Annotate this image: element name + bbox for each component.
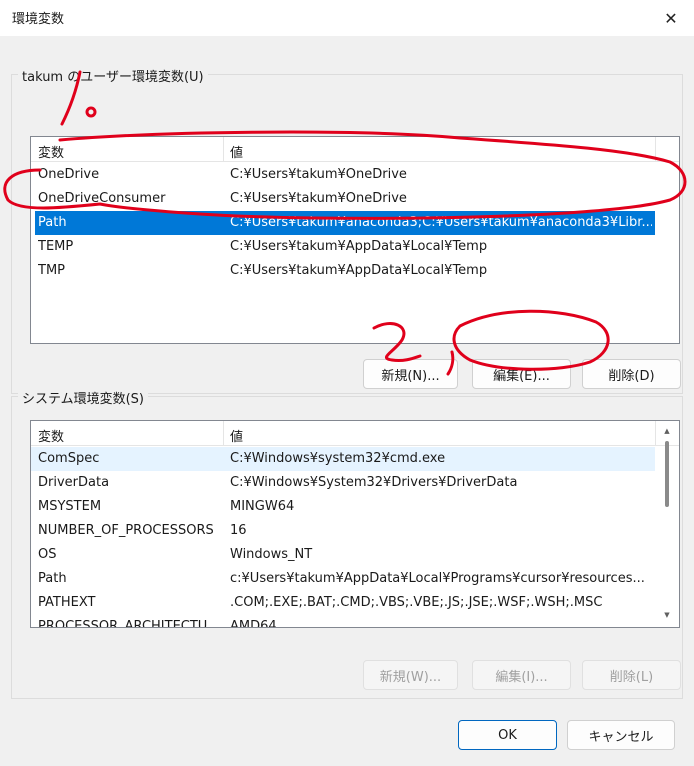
user-new-button[interactable]: 新規(N)... bbox=[363, 359, 458, 389]
variable-name: MSYSTEM bbox=[38, 499, 102, 514]
list-item[interactable]: OS Windows_NT bbox=[31, 543, 655, 567]
list-item[interactable]: PROCESSOR_ARCHITECTU... AMD64 bbox=[31, 615, 655, 628]
column-header-value[interactable]: 値 bbox=[230, 426, 243, 445]
system-vars-header: 変数 値 bbox=[31, 421, 679, 446]
column-header-variable[interactable]: 変数 bbox=[38, 426, 64, 445]
system-new-button[interactable]: 新規(W)... bbox=[363, 660, 458, 690]
column-separator[interactable] bbox=[655, 137, 656, 161]
variable-name: PATHEXT bbox=[38, 595, 96, 610]
system-vars-list[interactable]: 変数 値 ComSpec C:¥Windows¥system32¥cmd.exe… bbox=[30, 420, 680, 628]
variable-value: C:¥Windows¥System32¥Drivers¥DriverData bbox=[230, 475, 518, 490]
list-item-selected[interactable]: Path C:¥Users¥takum¥anaconda3;C:¥Users¥t… bbox=[35, 211, 655, 235]
user-edit-button[interactable]: 編集(E)... bbox=[472, 359, 571, 389]
variable-value: C:¥Users¥takum¥AppData¥Local¥Temp bbox=[230, 263, 488, 278]
list-item[interactable]: MSYSTEM MINGW64 bbox=[31, 495, 655, 519]
variable-value: C:¥Users¥takum¥OneDrive bbox=[230, 191, 407, 206]
user-vars-list[interactable]: 変数 値 OneDrive C:¥Users¥takum¥OneDrive On… bbox=[30, 136, 680, 344]
system-edit-button[interactable]: 編集(I)... bbox=[472, 660, 571, 690]
ok-button[interactable]: OK bbox=[458, 720, 557, 750]
variable-name: DriverData bbox=[38, 475, 110, 490]
window-title: 環境変数 bbox=[12, 12, 65, 27]
system-vars-group: システム環境変数(S) 変数 値 ComSpec C:¥Windows¥syst… bbox=[11, 388, 683, 699]
scroll-thumb[interactable] bbox=[665, 441, 669, 507]
user-delete-button[interactable]: 削除(D) bbox=[582, 359, 681, 389]
variable-name: OneDrive bbox=[38, 167, 100, 182]
column-separator[interactable] bbox=[223, 421, 224, 445]
cancel-button[interactable]: キャンセル bbox=[567, 720, 675, 750]
dialog-body: takum のユーザー環境変数(U) 変数 値 OneDrive C:¥User… bbox=[6, 36, 688, 766]
system-delete-button[interactable]: 削除(L) bbox=[582, 660, 681, 690]
variable-value: 16 bbox=[230, 523, 247, 538]
variable-name: OS bbox=[38, 547, 57, 562]
user-vars-header: 変数 値 bbox=[31, 137, 679, 162]
list-item[interactable]: OneDriveConsumer C:¥Users¥takum¥OneDrive bbox=[31, 187, 655, 211]
close-icon: ✕ bbox=[664, 8, 678, 28]
variable-name: Path bbox=[38, 571, 67, 586]
variable-value: C:¥Windows¥system32¥cmd.exe bbox=[230, 451, 446, 466]
variable-value: AMD64 bbox=[230, 619, 277, 628]
column-header-variable[interactable]: 変数 bbox=[38, 142, 64, 161]
column-separator[interactable] bbox=[223, 137, 224, 161]
list-item[interactable]: OneDrive C:¥Users¥takum¥OneDrive bbox=[31, 163, 655, 187]
variable-name: OneDriveConsumer bbox=[38, 191, 166, 206]
variable-value: .COM;.EXE;.BAT;.CMD;.VBS;.VBE;.JS;.JSE;.… bbox=[230, 595, 603, 610]
variable-name: PROCESSOR_ARCHITECTU... bbox=[38, 619, 220, 628]
list-item[interactable]: PATHEXT .COM;.EXE;.BAT;.CMD;.VBS;.VBE;.J… bbox=[31, 591, 655, 615]
variable-name: TMP bbox=[38, 263, 65, 278]
variable-name: TEMP bbox=[38, 239, 74, 254]
variable-name: ComSpec bbox=[38, 451, 100, 466]
list-item[interactable]: ComSpec C:¥Windows¥system32¥cmd.exe bbox=[31, 447, 655, 471]
variable-name: NUMBER_OF_PROCESSORS bbox=[38, 523, 214, 538]
user-vars-legend: takum のユーザー環境変数(U) bbox=[18, 66, 208, 85]
variable-name: Path bbox=[38, 215, 67, 230]
variable-value: MINGW64 bbox=[230, 499, 295, 514]
list-item[interactable]: TMP C:¥Users¥takum¥AppData¥Local¥Temp bbox=[31, 259, 655, 283]
variable-value: Windows_NT bbox=[230, 547, 313, 562]
column-separator[interactable] bbox=[655, 421, 656, 445]
user-vars-group: takum のユーザー環境変数(U) 変数 値 OneDrive C:¥User… bbox=[11, 66, 683, 394]
scroll-up-arrow-icon[interactable]: ▲ bbox=[660, 427, 674, 435]
list-item[interactable]: TEMP C:¥Users¥takum¥AppData¥Local¥Temp bbox=[31, 235, 655, 259]
list-item[interactable]: Path c:¥Users¥takum¥AppData¥Local¥Progra… bbox=[31, 567, 655, 591]
scroll-down-arrow-icon[interactable]: ▼ bbox=[660, 611, 674, 619]
list-item[interactable]: DriverData C:¥Windows¥System32¥Drivers¥D… bbox=[31, 471, 655, 495]
variable-value: C:¥Users¥takum¥OneDrive bbox=[230, 167, 407, 182]
variable-value: C:¥Users¥takum¥AppData¥Local¥Temp bbox=[230, 239, 488, 254]
system-vars-legend: システム環境変数(S) bbox=[18, 388, 149, 407]
variable-value: C:¥Users¥takum¥anaconda3;C:¥Users¥takum¥… bbox=[230, 215, 652, 230]
close-button[interactable]: ✕ bbox=[648, 0, 694, 36]
vertical-scrollbar[interactable]: ▲ ▼ bbox=[657, 421, 677, 627]
title-bar: 環境変数 ✕ bbox=[0, 0, 694, 36]
column-header-value[interactable]: 値 bbox=[230, 142, 243, 161]
list-item[interactable]: NUMBER_OF_PROCESSORS 16 bbox=[31, 519, 655, 543]
variable-value: c:¥Users¥takum¥AppData¥Local¥Programs¥cu… bbox=[230, 571, 645, 586]
